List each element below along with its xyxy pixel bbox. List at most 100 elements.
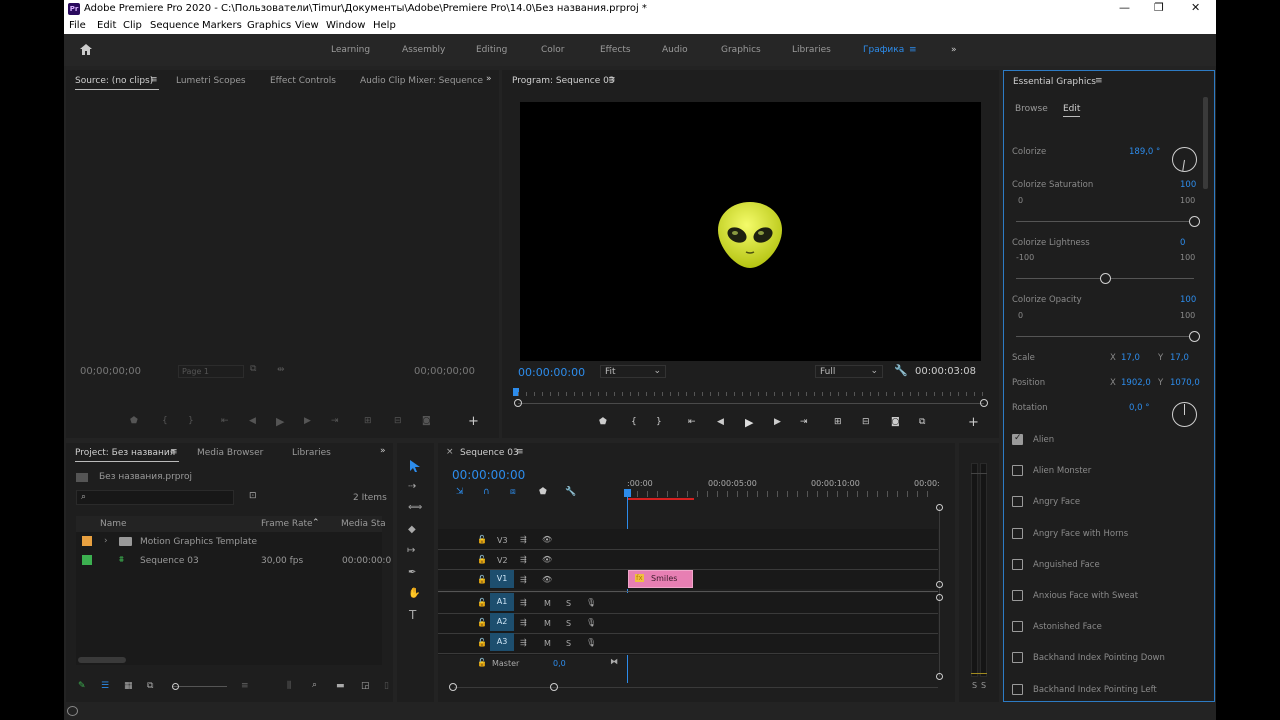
sort-ascending-icon[interactable]: ⌃ bbox=[312, 518, 320, 528]
v1-lock-icon[interactable]: 🔓 bbox=[477, 575, 487, 584]
a2-mic-icon[interactable]: 🎙 bbox=[586, 618, 596, 627]
a2-mute-button[interactable]: M bbox=[544, 619, 551, 628]
a3-mute-button[interactable]: M bbox=[544, 639, 551, 648]
timeline-settings-wrench-icon[interactable]: 🔧 bbox=[565, 487, 576, 497]
rotation-value[interactable]: 0,0 ° bbox=[1129, 403, 1149, 413]
vscroll-handle-top[interactable] bbox=[936, 504, 943, 511]
close-sequence-icon[interactable]: × bbox=[446, 447, 454, 457]
lightness-slider[interactable] bbox=[1016, 273, 1194, 284]
menu-graphics[interactable]: Graphics bbox=[247, 20, 291, 31]
tab-sequence-03[interactable]: Sequence 03 bbox=[460, 448, 519, 458]
position-y-value[interactable]: 1070,0 bbox=[1170, 378, 1200, 388]
program-in-icon[interactable]: { bbox=[631, 417, 637, 427]
source-goto-in-icon[interactable]: ⇤ bbox=[221, 416, 229, 426]
automate-icon[interactable]: ⫼ bbox=[287, 681, 291, 691]
opacity-value[interactable]: 100 bbox=[1180, 295, 1196, 305]
project-menu-icon[interactable]: ≡ bbox=[170, 447, 178, 457]
tab-source[interactable]: Source: (no clips) bbox=[75, 76, 153, 86]
source-overwrite-icon[interactable]: ⊟ bbox=[394, 416, 402, 426]
new-search-bin-icon[interactable]: ⊡ bbox=[249, 491, 257, 501]
eg-menu-icon[interactable]: ≡ bbox=[1095, 76, 1103, 86]
project-overflow-icon[interactable]: » bbox=[380, 446, 386, 456]
menu-markers[interactable]: Markers bbox=[202, 20, 242, 31]
hscroll-handle-left[interactable] bbox=[449, 683, 457, 691]
icon-view-icon[interactable]: ▦ bbox=[124, 681, 133, 691]
sort-icons-icon[interactable]: ≡ bbox=[241, 681, 249, 691]
project-search-input[interactable]: ⌕ bbox=[76, 490, 234, 505]
colorize-dial[interactable] bbox=[1172, 147, 1197, 172]
restore-button[interactable]: ❐ bbox=[1154, 1, 1164, 14]
source-out-icon[interactable]: } bbox=[188, 416, 194, 426]
program-lift-icon[interactable]: ⊞ bbox=[834, 417, 842, 427]
a1-mute-button[interactable]: M bbox=[544, 599, 551, 608]
tab-effect-controls[interactable]: Effect Controls bbox=[270, 76, 336, 86]
project-horizontal-scrollbar[interactable] bbox=[78, 657, 126, 663]
v1-eye-icon[interactable]: 👁 bbox=[542, 575, 552, 584]
horizontal-scroll-track[interactable] bbox=[454, 687, 938, 688]
source-step-forward-icon[interactable]: ▶ bbox=[304, 416, 311, 426]
wrench-icon[interactable]: 🔧 bbox=[894, 364, 908, 377]
playhead-handle[interactable] bbox=[624, 489, 631, 497]
opacity-slider[interactable] bbox=[1016, 331, 1200, 342]
v2-lock-icon[interactable]: 🔓 bbox=[477, 555, 487, 564]
column-name[interactable]: Name bbox=[100, 519, 127, 529]
column-media-start[interactable]: Media Sta bbox=[341, 519, 386, 529]
layer-checkbox[interactable] bbox=[1012, 527, 1023, 539]
workspace-learning[interactable]: Learning bbox=[331, 45, 370, 55]
nest-icon[interactable]: ⇲ bbox=[456, 487, 464, 497]
write-pencil-icon[interactable]: ✎ bbox=[78, 681, 86, 691]
a3-mic-icon[interactable]: 🎙 bbox=[586, 638, 596, 647]
clear-icon[interactable]: ▯ bbox=[384, 681, 389, 691]
rotation-dial[interactable] bbox=[1172, 402, 1197, 427]
workspace-editing[interactable]: Editing bbox=[476, 45, 507, 55]
v2-label[interactable]: V2 bbox=[497, 556, 508, 565]
a3-sync-icon[interactable]: ⇶ bbox=[520, 638, 527, 647]
zoom-slider[interactable] bbox=[172, 683, 227, 690]
vscroll-handle-audio[interactable] bbox=[936, 594, 943, 601]
opacity-slider-knob[interactable] bbox=[1189, 331, 1200, 342]
expand-chevron-icon[interactable]: › bbox=[104, 536, 108, 546]
program-camera-icon[interactable]: ◙ bbox=[891, 417, 900, 427]
source-marker-icon[interactable]: ⬟ bbox=[130, 416, 138, 426]
workspace-menu-icon[interactable]: ≡ bbox=[909, 45, 917, 55]
selection-tool-icon[interactable] bbox=[409, 459, 421, 473]
layer-checkbox[interactable] bbox=[1012, 683, 1023, 695]
home-icon[interactable] bbox=[79, 43, 93, 56]
source-timecode-left[interactable]: 00;00;00;00 bbox=[80, 366, 141, 377]
hscroll-handle-right[interactable] bbox=[550, 683, 558, 691]
menu-clip[interactable]: Clip bbox=[123, 20, 142, 31]
program-monitor-canvas[interactable] bbox=[520, 102, 981, 361]
a1-mic-icon[interactable]: 🎙 bbox=[586, 598, 596, 607]
program-add-button[interactable]: + bbox=[968, 415, 979, 430]
razor-tool-icon[interactable]: ◆ bbox=[408, 525, 416, 535]
slip-tool-icon[interactable]: ↦ bbox=[407, 546, 415, 556]
source-goto-out-icon[interactable]: ⇥ bbox=[331, 416, 339, 426]
quality-dropdown[interactable]: Full ⌄ bbox=[815, 365, 883, 378]
vscroll-handle-bottom[interactable] bbox=[936, 673, 943, 680]
a2-solo-button[interactable]: S bbox=[566, 619, 571, 628]
a1-solo-button[interactable]: S bbox=[566, 599, 571, 608]
program-goto-out-icon[interactable]: ⇥ bbox=[800, 417, 808, 427]
layer-checkbox[interactable] bbox=[1012, 465, 1023, 477]
v3-eye-icon[interactable]: 👁 bbox=[542, 535, 552, 544]
saturation-slider-knob[interactable] bbox=[1189, 216, 1200, 227]
source-settings-icon[interactable]: ⇹ bbox=[277, 365, 285, 375]
colorize-value[interactable]: 189,0 ° bbox=[1129, 147, 1160, 157]
program-step-forward-icon[interactable]: ▶ bbox=[774, 417, 781, 427]
menu-edit[interactable]: Edit bbox=[97, 20, 116, 31]
tab-libraries[interactable]: Libraries bbox=[292, 448, 331, 458]
type-tool-icon[interactable]: T bbox=[409, 609, 416, 621]
workspace-graphics[interactable]: Graphics bbox=[721, 45, 761, 55]
a1-sync-icon[interactable]: ⇶ bbox=[520, 598, 527, 607]
position-x-value[interactable]: 1902,0 bbox=[1121, 378, 1151, 388]
workspace-color[interactable]: Color bbox=[541, 45, 565, 55]
program-goto-in-icon[interactable]: ⇤ bbox=[688, 417, 696, 427]
program-extract-icon[interactable]: ⊟ bbox=[862, 417, 870, 427]
lightness-slider-knob[interactable] bbox=[1100, 273, 1111, 284]
program-play-icon[interactable]: ▶ bbox=[745, 416, 753, 429]
pen-tool-icon[interactable]: ✒ bbox=[408, 568, 416, 578]
program-compare-icon[interactable]: ⧉ bbox=[919, 417, 925, 427]
v1-sync-icon[interactable]: ⇶ bbox=[520, 575, 527, 584]
smiles-clip[interactable]: fx Smiles bbox=[628, 570, 693, 588]
program-out-icon[interactable]: } bbox=[656, 417, 662, 427]
